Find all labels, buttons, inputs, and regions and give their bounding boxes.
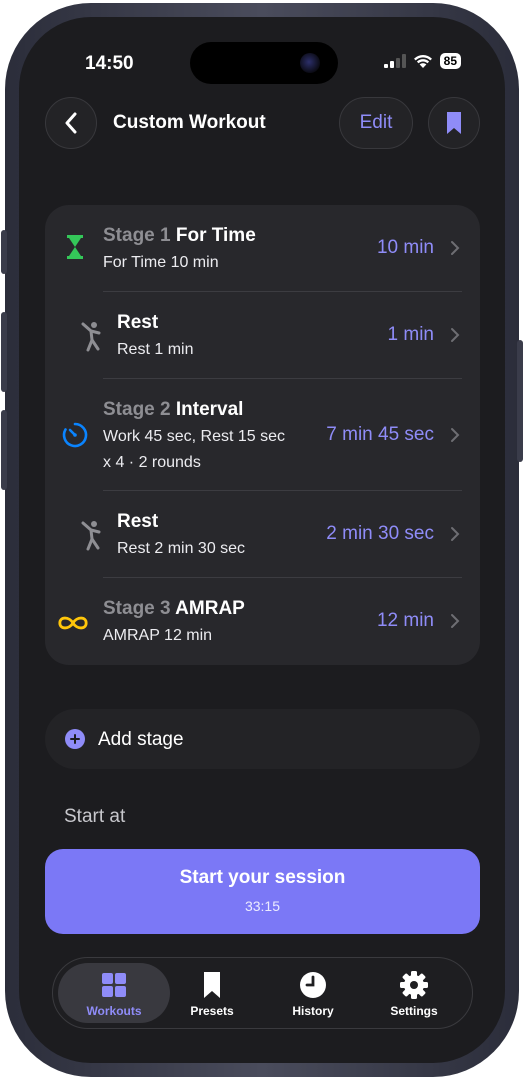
stage-number: Stage 2 [103,399,171,420]
stage-name: Interval [175,399,244,420]
stage-list: Stage 1 For Time For Time 10 min 10 min … [45,205,480,665]
bookmark-icon [447,112,461,134]
rest-subtitle: Rest 1 min [117,341,194,358]
edit-button[interactable]: Edit [339,97,413,149]
bookmark-icon [204,972,220,998]
chevron-right-icon [451,241,460,255]
page-title: Custom Workout [113,112,266,133]
rest-subtitle: Rest 2 min 30 sec [117,540,246,557]
plus-circle-icon [65,729,85,749]
wifi-icon [413,54,432,68]
chevron-right-icon [451,527,460,541]
chevron-left-icon [65,112,77,134]
signal-icon [383,54,406,68]
rest-title: Rest [117,312,159,333]
power-button [517,340,523,462]
tab-history[interactable]: History [263,963,363,1023]
volume-up-button [1,312,7,392]
battery-indicator: 85 [439,53,461,69]
stage-title: Stage 3 AMRAP [103,598,245,620]
rest-duration: 2 min 30 sec [326,523,434,544]
tab-label: Settings [390,1004,438,1018]
tab-bar: Workouts Presets History Settings [52,957,473,1029]
stage-subtitle: For Time 10 min [103,254,219,271]
dynamic-island [190,42,338,84]
rest-title: Rest [117,511,159,532]
volume-down-button [1,410,7,490]
infinity-icon [57,607,89,639]
gear-icon [400,971,428,999]
screen: 14:50 85 Custom Workout Edit Stage 1 For… [19,17,505,1063]
hourglass-icon [59,231,91,263]
nav-bar: Custom Workout Edit [19,97,505,151]
tab-workouts[interactable]: Workouts [58,963,170,1023]
chevron-right-icon [451,328,460,342]
grid-icon [102,973,126,997]
tab-label: Workouts [86,1004,142,1018]
stage-row[interactable]: Stage 3 AMRAP AMRAP 12 min 12 min [45,578,480,665]
clock-icon [300,972,326,998]
stage-title: Stage 2 Interval [103,399,243,421]
stretch-figure-icon [75,320,107,352]
stage-row[interactable]: Stage 2 Interval Work 45 sec, Rest 15 se… [45,379,480,491]
rest-row[interactable]: Rest Rest 1 min 1 min [45,292,480,379]
timer-icon [59,419,91,451]
camera-icon [300,53,320,73]
status-indicators: 85 [383,53,461,69]
tab-label: History [292,1004,334,1018]
stage-duration: 12 min [376,610,434,631]
chevron-right-icon [451,614,460,628]
stage-name: AMRAP [175,598,245,619]
rest-row[interactable]: Rest Rest 2 min 30 sec 2 min 30 sec [45,491,480,578]
start-session-label: Start your session [179,867,346,888]
stage-duration: 10 min [376,237,434,258]
add-stage-button[interactable]: Add stage [45,709,480,769]
action-button [1,230,7,274]
stretch-figure-icon [75,519,107,551]
start-at-label: Start at [64,806,126,827]
add-stage-label: Add stage [98,729,184,750]
stage-name: For Time [175,225,256,246]
chevron-right-icon [451,428,460,442]
tab-presets[interactable]: Presets [162,963,262,1023]
status-time: 14:50 [85,53,134,74]
tab-settings[interactable]: Settings [364,963,464,1023]
stage-subtitle: Work 45 sec, Rest 15 sec x 4 · 2 rounds [103,428,285,471]
stage-title: Stage 1 For Time [103,225,256,247]
stage-number: Stage 3 [103,598,171,619]
rest-duration: 1 min [387,324,434,345]
stage-number: Stage 1 [103,225,171,246]
tab-label: Presets [190,1004,234,1018]
stage-duration: 7 min 45 sec [326,424,434,445]
stage-row[interactable]: Stage 1 For Time For Time 10 min 10 min [45,205,480,292]
back-button[interactable] [45,97,97,149]
session-duration: 33:15 [244,898,281,914]
bookmark-button[interactable] [428,97,480,149]
stage-subtitle: AMRAP 12 min [103,627,213,644]
start-session-button[interactable]: Start your session 33:15 [45,849,480,934]
